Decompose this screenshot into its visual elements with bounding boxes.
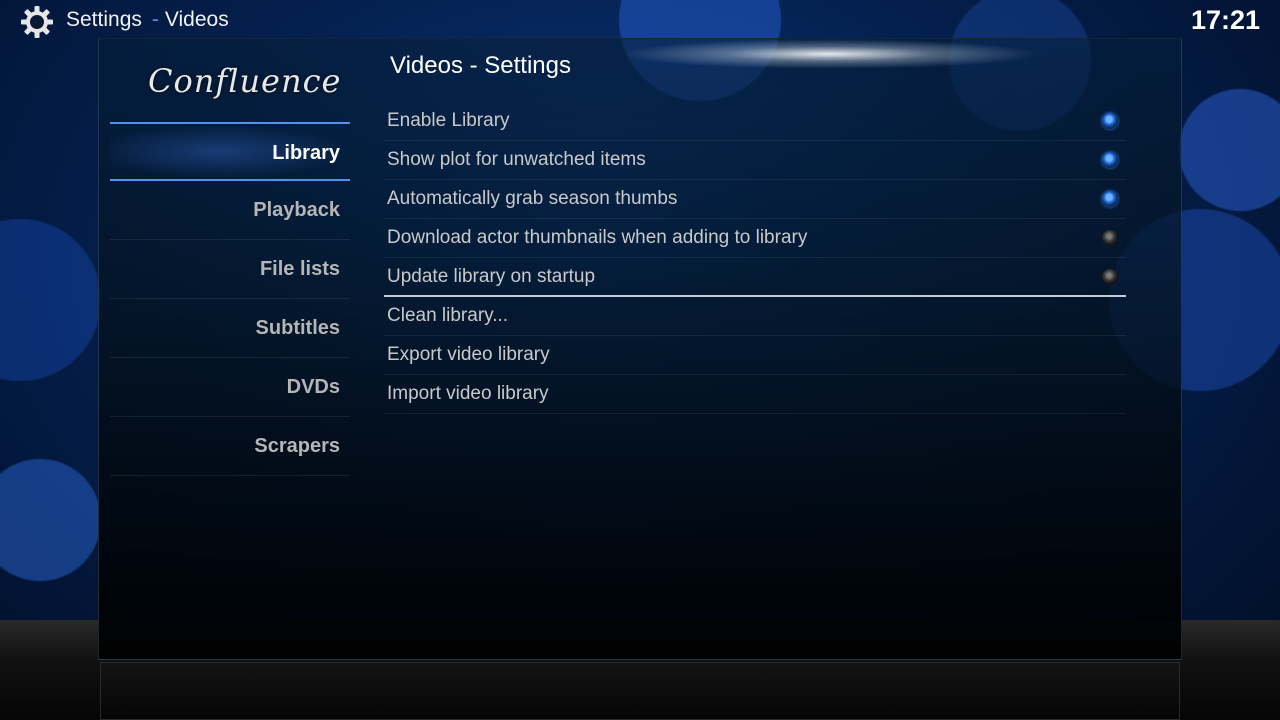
footer-panel [100,662,1180,720]
settings-list: Enable Library Show plot for unwatched i… [384,102,1126,414]
setting-show-plot[interactable]: Show plot for unwatched items [384,141,1126,180]
breadcrumb-separator: - [151,8,159,31]
setting-label: Download actor thumbnails when adding to… [387,227,808,248]
setting-download-actor-thumbnails[interactable]: Download actor thumbnails when adding to… [384,219,1126,258]
sidebar-menu: Library Playback File lists Subtitles DV… [110,122,350,476]
breadcrumb: Settings - Videos [66,8,229,32]
setting-label: Automatically grab season thumbs [387,188,678,209]
setting-label: Enable Library [387,110,510,131]
sidebar-item-label: DVDs [286,376,340,398]
panel-title: Videos - Settings [390,52,571,79]
sidebar-item-label: Playback [253,199,340,221]
toggle-radio-icon[interactable] [1102,269,1118,285]
sidebar-item-label: File lists [259,258,340,280]
setting-label: Show plot for unwatched items [387,149,646,170]
setting-update-on-startup[interactable]: Update library on startup [384,258,1126,297]
setting-label: Import video library [387,383,549,404]
breadcrumb-section: Settings [66,8,142,31]
toggle-radio-icon[interactable] [1102,230,1118,246]
sidebar-item-dvds[interactable]: DVDs [110,358,350,417]
sidebar-item-library[interactable]: Library [110,122,350,181]
toggle-radio-icon[interactable] [1102,113,1118,129]
toggle-radio-icon[interactable] [1102,152,1118,168]
sidebar-item-subtitles[interactable]: Subtitles [110,299,350,358]
sidebar-item-label: Scrapers [254,435,340,457]
sidebar-item-playback[interactable]: Playback [110,181,350,240]
setting-label: Update library on startup [387,266,596,287]
gear-icon[interactable] [20,5,54,39]
setting-enable-library[interactable]: Enable Library [384,102,1126,141]
setting-label: Export video library [387,344,550,365]
confluence-logo: Confluence [148,62,342,100]
clock: 17:21 [1190,5,1260,35]
setting-label: Clean library... [387,305,509,326]
toggle-radio-icon[interactable] [1102,191,1118,207]
sidebar-item-file-lists[interactable]: File lists [110,240,350,299]
breadcrumb-subsection: Videos [164,8,229,31]
setting-grab-season-thumbs[interactable]: Automatically grab season thumbs [384,180,1126,219]
action-import-library[interactable]: Import video library [384,375,1126,414]
action-clean-library[interactable]: Clean library... [384,297,1126,336]
sidebar-item-label: Library [272,142,340,164]
sidebar-item-label: Subtitles [255,317,340,339]
sidebar-item-scrapers[interactable]: Scrapers [110,417,350,476]
action-export-library[interactable]: Export video library [384,336,1126,375]
